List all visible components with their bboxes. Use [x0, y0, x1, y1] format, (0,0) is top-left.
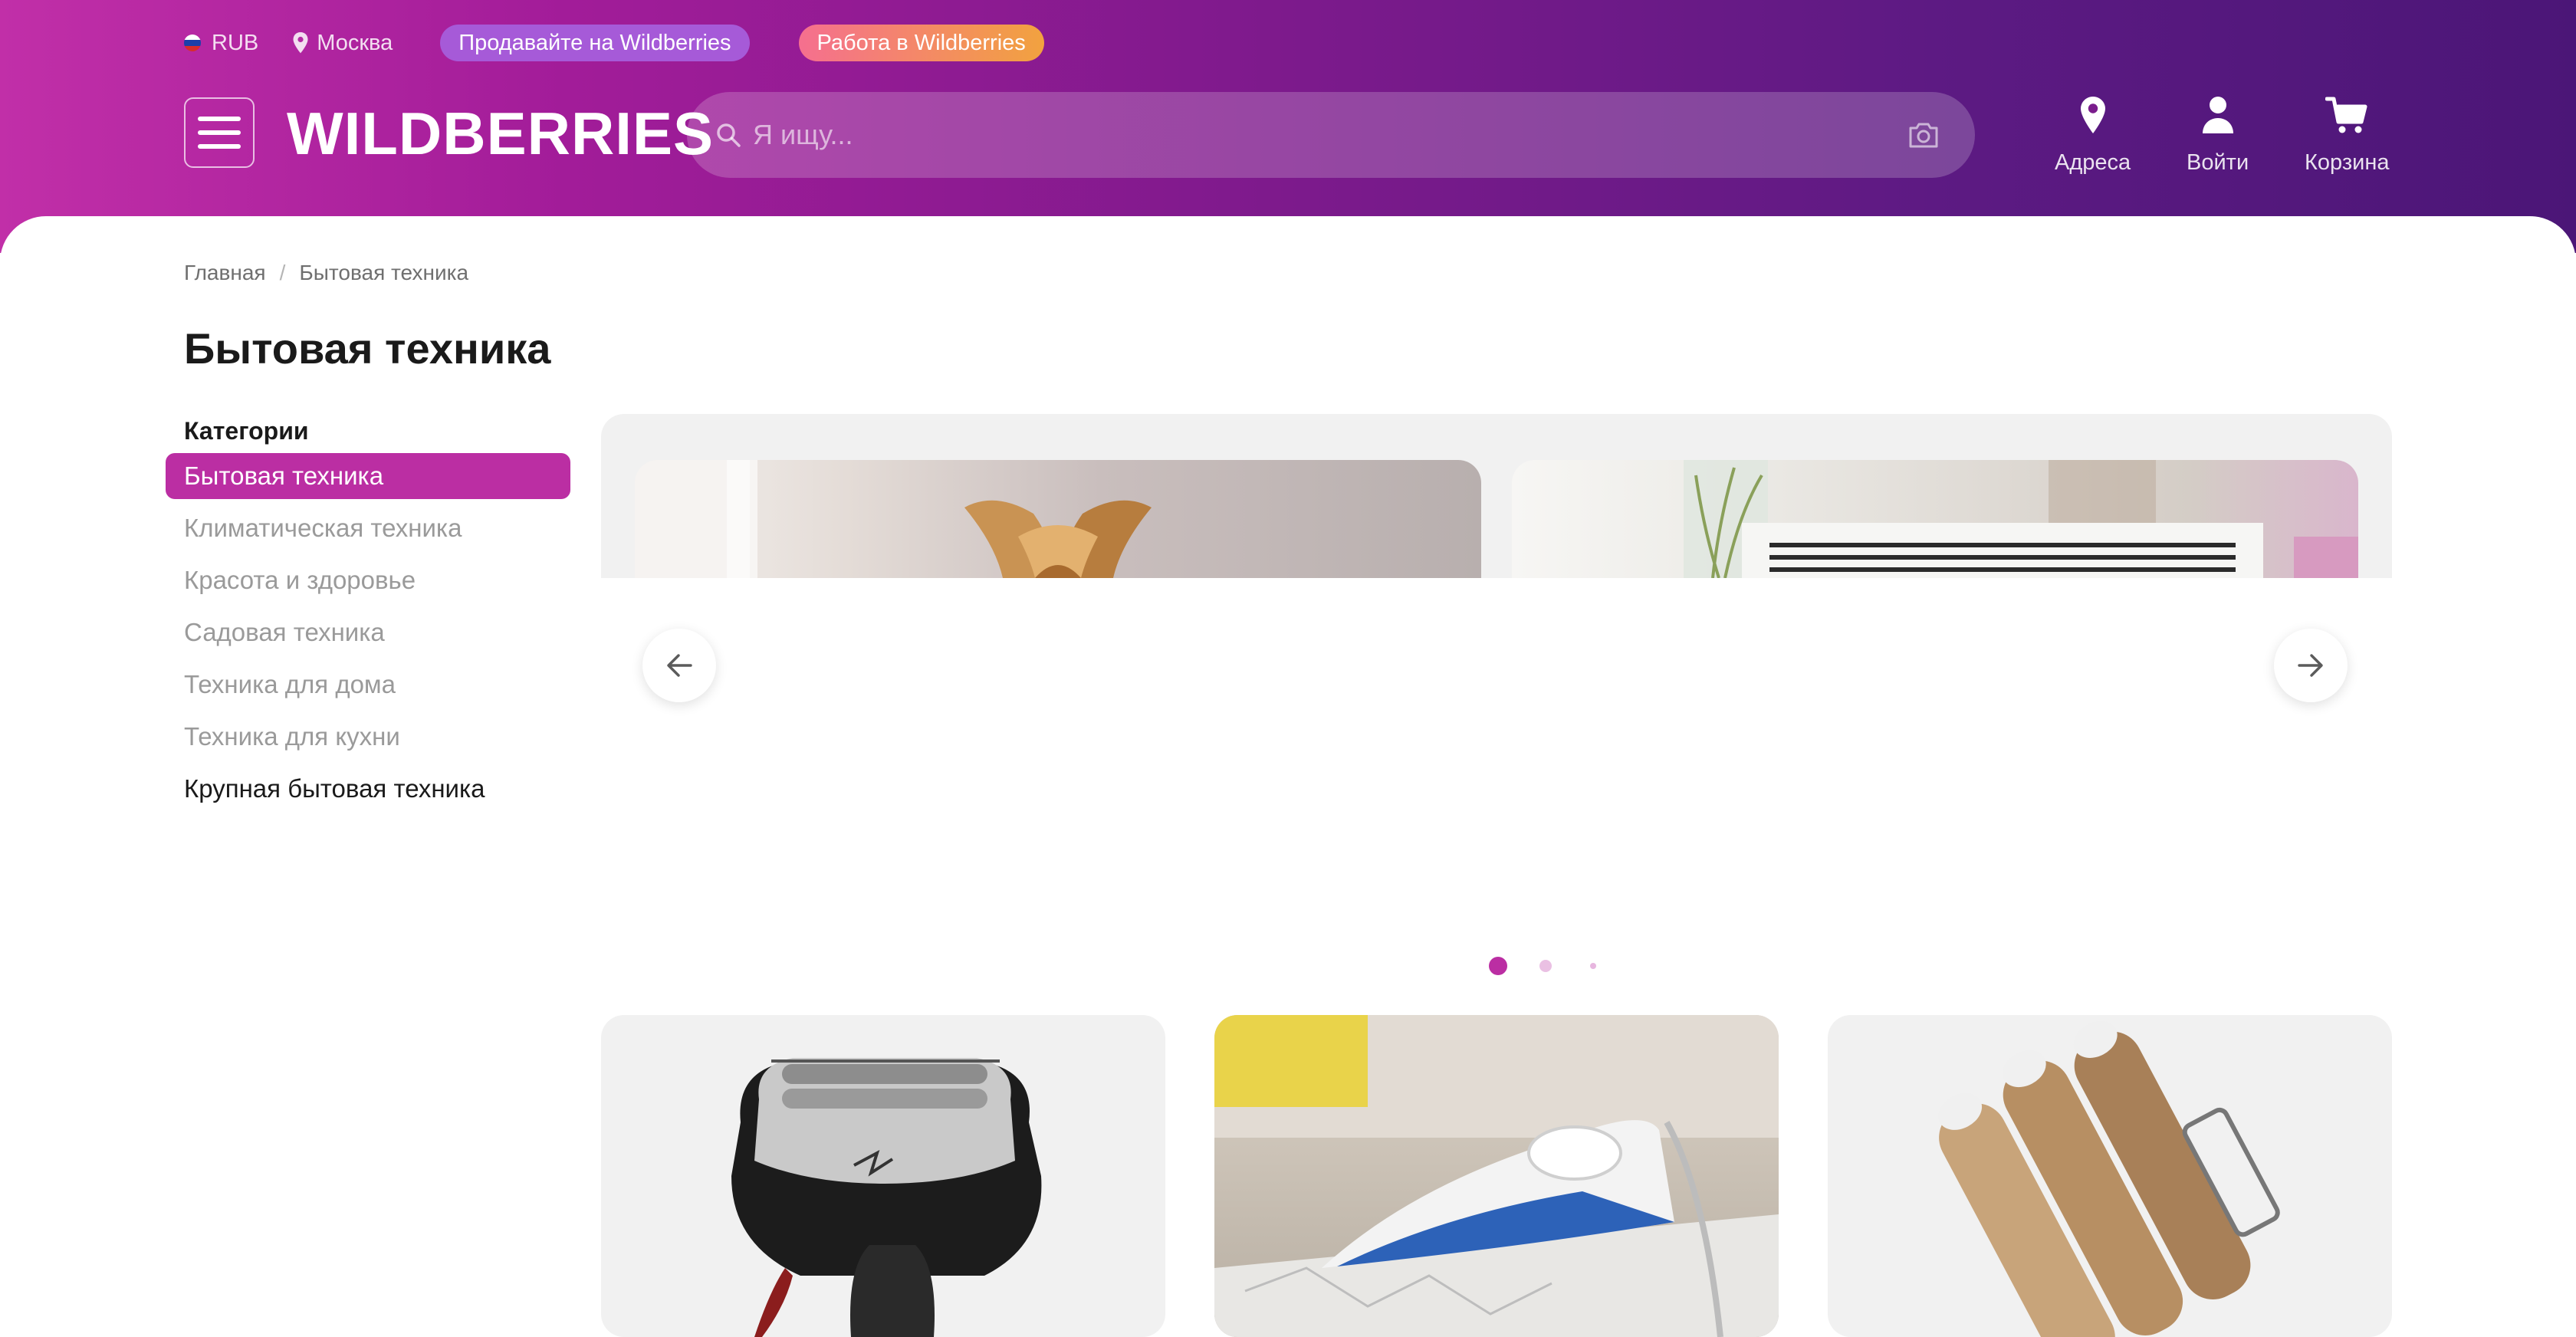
addresses-button[interactable]: Адреса [2055, 94, 2131, 176]
category-card-shaver[interactable] [601, 1015, 1165, 1337]
arrow-left-icon [667, 654, 692, 677]
cart-icon [2325, 97, 2367, 133]
breadcrumb-current: Бытовая техника [299, 261, 469, 284]
category-household-appliances[interactable]: Бытовая техника [166, 453, 570, 499]
menu-icon-line [198, 117, 241, 121]
work-at-wildberries-link[interactable]: Работа в Wildberries [798, 25, 1044, 61]
catalog-content: Главная / Бытовая техника Бытовая техник… [0, 216, 2576, 1337]
category-kitchen-appliances[interactable]: Техника для кухни [166, 714, 570, 760]
carousel-next-button[interactable] [2274, 629, 2348, 702]
category-beauty-health[interactable]: Красота и здоровье [166, 557, 570, 603]
categories-list: Бытовая техника Климатическая техника Кр… [166, 453, 570, 818]
breadcrumb: Главная / Бытовая техника [184, 261, 468, 285]
category-large-appliances[interactable]: Крупная бытовая техника [166, 766, 570, 812]
menu-icon-line [198, 130, 241, 135]
category-garden-equipment[interactable]: Садовая техника [166, 609, 570, 655]
carousel-dot[interactable] [1590, 963, 1596, 969]
carousel-pagination [1480, 952, 1648, 983]
aroma-diffuser-image [635, 460, 1152, 578]
arrow-right-icon [2298, 654, 2323, 677]
menu-button[interactable] [184, 97, 255, 168]
electric-shaver-image [731, 1058, 1042, 1337]
search-icon [717, 123, 741, 147]
banner-slide-diffuser[interactable] [635, 460, 1481, 578]
breadcrumb-home-link[interactable]: Главная [184, 261, 266, 285]
top-bar: RUB Москва Продавайте на Wildberries Раб… [184, 23, 1044, 63]
categories-heading: Категории [184, 417, 309, 445]
location-pin-icon [2080, 97, 2105, 133]
category-climate-equipment[interactable]: Климатическая техника [166, 505, 570, 551]
search-input[interactable] [751, 91, 1907, 179]
currency-label: RUB [212, 30, 259, 55]
wildberries-logo[interactable]: WILDBERRIES [287, 98, 714, 169]
user-icon [2202, 97, 2233, 133]
cart-button[interactable]: Корзина [2305, 94, 2389, 176]
steam-iron-image [1214, 1015, 1779, 1337]
carousel-dot[interactable] [1539, 960, 1552, 972]
addresses-label: Адреса [2055, 150, 2131, 175]
search-bar [687, 91, 1975, 179]
air-conditioner-image [1684, 460, 2358, 578]
cart-label: Корзина [2305, 150, 2390, 175]
carousel-prev-button[interactable] [642, 629, 716, 702]
category-card-iron[interactable] [1214, 1015, 1779, 1337]
banner-slide-air-conditioner[interactable] [1512, 460, 2358, 578]
carousel-dot-active[interactable] [1489, 957, 1507, 975]
russia-flag-icon [184, 34, 201, 51]
camera-search-icon[interactable] [1907, 121, 1940, 149]
menu-icon-line [198, 144, 241, 149]
hair-curler-image [1938, 1020, 2280, 1337]
city-selector[interactable]: Москва [292, 31, 393, 56]
city-label: Москва [317, 30, 393, 55]
sell-on-wildberries-link[interactable]: Продавайте на Wildberries [440, 25, 750, 61]
banner-carousel [601, 414, 2392, 578]
category-card-hair-curler[interactable] [1828, 1015, 2392, 1337]
location-pin-icon [293, 32, 308, 54]
page-title: Бытовая техника [184, 324, 551, 373]
currency-selector[interactable]: RUB [184, 31, 258, 56]
login-label: Войти [2187, 150, 2249, 175]
breadcrumb-separator: / [279, 261, 286, 284]
category-home-appliances[interactable]: Техника для дома [166, 662, 570, 708]
login-button[interactable]: Войти [2187, 94, 2249, 176]
site-header: RUB Москва Продавайте на Wildberries Раб… [0, 0, 2576, 253]
